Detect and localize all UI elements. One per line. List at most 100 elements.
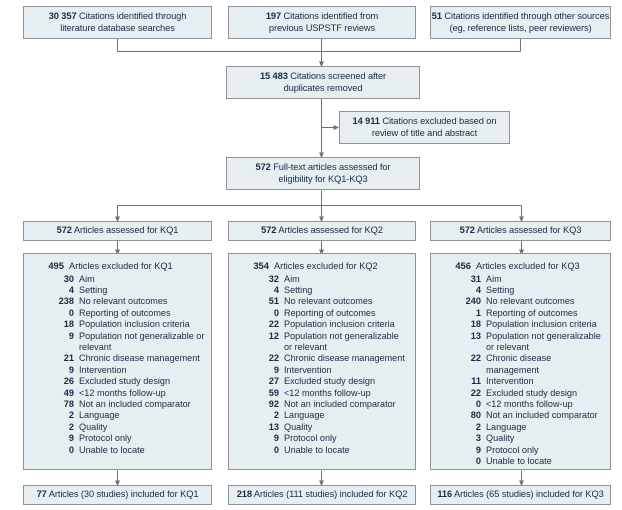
reason-count: 22 <box>470 387 481 398</box>
label: Citations identified through other sourc… <box>444 10 610 21</box>
box-line-1: 14 911 Citations excluded based on <box>353 116 497 128</box>
reason-label: <12 months follow-up <box>79 387 166 398</box>
count: 51 <box>431 10 442 21</box>
exclusion-reason-row: 27 Excluded study design <box>235 376 409 387</box>
reason-label: Population inclusion criteria <box>486 319 597 330</box>
label: Articles (65 studies) included for KQ3 <box>454 489 604 500</box>
reason-label: Chronic disease management <box>284 353 405 364</box>
box-assessed-kq3: 572 Articles assessed for KQ3 <box>430 221 611 241</box>
label: Articles assessed for KQ3 <box>476 225 582 236</box>
reason-label: Excluded study design <box>486 387 577 398</box>
box-line-2: review of title and abstract <box>371 127 478 138</box>
exclusion-reason-row: 12 Population not generalizable or releva… <box>235 331 409 354</box>
exclusion-reason-row: 22 Chronic disease management <box>437 353 604 376</box>
box-citations-other-sources: 51 Citations identified through other so… <box>430 6 611 39</box>
reason-label: Not an included comparator <box>284 398 396 409</box>
exclusion-reason-list: 32 Aim 4 Setting 51 No relevant outcomes 0 Repo… <box>235 274 409 457</box>
reason-count: 27 <box>268 376 279 387</box>
label: Full-text articles assessed for <box>273 161 391 172</box>
exclusion-reason-row: 80 Not an included comparator <box>437 410 604 421</box>
reason-count: 2 <box>273 410 279 421</box>
label: Articles assessed for KQ2 <box>278 225 383 236</box>
reason-label: Population not generalizable or relevant <box>284 330 399 352</box>
reason-label: Excluded study design <box>284 376 375 387</box>
reason-label: No relevant outcomes <box>79 296 168 307</box>
label: Citations screened after <box>290 70 387 81</box>
reason-label: Population inclusion criteria <box>284 319 395 330</box>
exclusion-reason-row: 22 Chronic disease management <box>235 353 409 364</box>
box-line-1: 572 Articles assessed for KQ1 <box>57 225 179 237</box>
exclusion-reason-row: 32 Aim <box>235 274 409 285</box>
reason-label: Setting <box>486 284 515 295</box>
reason-count: 3 <box>475 433 481 444</box>
reason-count: 32 <box>268 273 279 284</box>
exclusion-reason-row: 26 Excluded study design <box>30 376 205 387</box>
reason-label: Unable to locate <box>284 444 350 455</box>
reason-count: 26 <box>63 376 74 387</box>
reason-count: 11 <box>471 376 481 387</box>
box-excluded-title-abstract: 14 911 Citations excluded based on revie… <box>339 111 510 144</box>
exclusion-reason-row: 0 <12 months follow-up <box>437 399 604 410</box>
reason-label: Not an included comparator <box>486 410 598 421</box>
reason-label: Unable to locate <box>79 444 145 455</box>
label: Articles excluded for KQ2 <box>274 261 378 271</box>
reason-label: Intervention <box>79 364 127 375</box>
box-line-2: duplicates removed <box>283 82 363 93</box>
reason-count: 18 <box>63 319 74 330</box>
reason-label: Quality <box>486 433 515 444</box>
exclusion-reason-row: 240 No relevant outcomes <box>437 296 604 307</box>
reason-label: Aim <box>486 273 502 284</box>
exclusion-reason-list: 30 Aim 4 Setting 238 No relevant outcomes 0 Rep… <box>30 274 205 457</box>
exclusion-reason-row: 13 Population not generalizable or releva… <box>437 331 604 354</box>
box-fulltext-assessed: 572 Full-text articles assessed for elig… <box>226 157 420 190</box>
exclusion-reason-row: 49 <12 months follow-up <box>30 388 205 399</box>
reason-count: 4 <box>273 284 279 295</box>
count: 218 <box>236 489 252 500</box>
exclusion-reason-row: 9 Protocol only <box>437 445 604 456</box>
count: 495 <box>48 260 64 271</box>
label: Citations excluded based on <box>382 115 497 126</box>
reason-count: 1 <box>475 307 481 318</box>
box-assessed-kq2: 572 Articles assessed for KQ2 <box>228 221 416 241</box>
reason-count: 13 <box>470 330 481 341</box>
exclusion-reason-row: 18 Population inclusion criteria <box>437 319 604 330</box>
exclusion-reason-row: 9 Population not generalizable or relevan… <box>30 331 205 354</box>
reason-label: Setting <box>284 284 313 295</box>
count: 197 <box>265 10 282 21</box>
reason-label: Quality <box>284 421 313 432</box>
reason-count: 18 <box>470 319 481 330</box>
box-citations-screened: 15 483 Citations screened after duplicat… <box>226 66 420 99</box>
label: Articles assessed for KQ1 <box>73 225 179 236</box>
exclusion-reason-row: 0 Reporting of outcomes <box>30 308 205 319</box>
reason-count: 49 <box>63 387 74 398</box>
reason-count: 0 <box>475 456 481 466</box>
count: 30 357 <box>48 10 77 21</box>
count: 77 <box>36 489 47 500</box>
exclusion-reason-row: 9 Intervention <box>235 365 409 376</box>
count: 456 <box>455 260 471 271</box>
reason-label: Intervention <box>486 376 534 387</box>
exclusion-reason-row: 18 Population inclusion criteria <box>30 319 205 330</box>
reason-label: Reporting of outcomes <box>79 307 171 318</box>
exclusion-header: 354 Articles excluded for KQ2 <box>235 260 409 271</box>
reason-label: <12 months follow-up <box>284 387 371 398</box>
exclusion-reason-row: 0 Reporting of outcomes <box>235 308 409 319</box>
reason-label: Protocol only <box>486 444 539 455</box>
exclusion-reason-row: 238 No relevant outcomes <box>30 296 205 307</box>
box-line-1: 572 Full-text articles assessed for <box>256 162 391 174</box>
reason-count: 22 <box>268 353 279 364</box>
exclusion-reason-row: 22 Population inclusion criteria <box>235 319 409 330</box>
reason-label: Quality <box>79 421 108 432</box>
reason-label: No relevant outcomes <box>284 296 373 307</box>
reason-count: 9 <box>273 364 279 375</box>
reason-label: Aim <box>284 273 300 284</box>
count: 572 <box>261 225 277 236</box>
reason-count: 9 <box>475 444 481 455</box>
box-line-1: 77 Articles (30 studies) included for KQ… <box>37 489 199 501</box>
box-line-2: (eg, reference lists, peer reviewers) <box>449 22 592 33</box>
exclusion-reason-row: 59 <12 months follow-up <box>235 388 409 399</box>
reason-count: 2 <box>68 421 74 432</box>
reason-label: Language <box>486 421 527 432</box>
box-line-1: 572 Articles assessed for KQ3 <box>460 225 582 237</box>
box-line-2: eligibility for KQ1-KQ3 <box>278 173 368 184</box>
